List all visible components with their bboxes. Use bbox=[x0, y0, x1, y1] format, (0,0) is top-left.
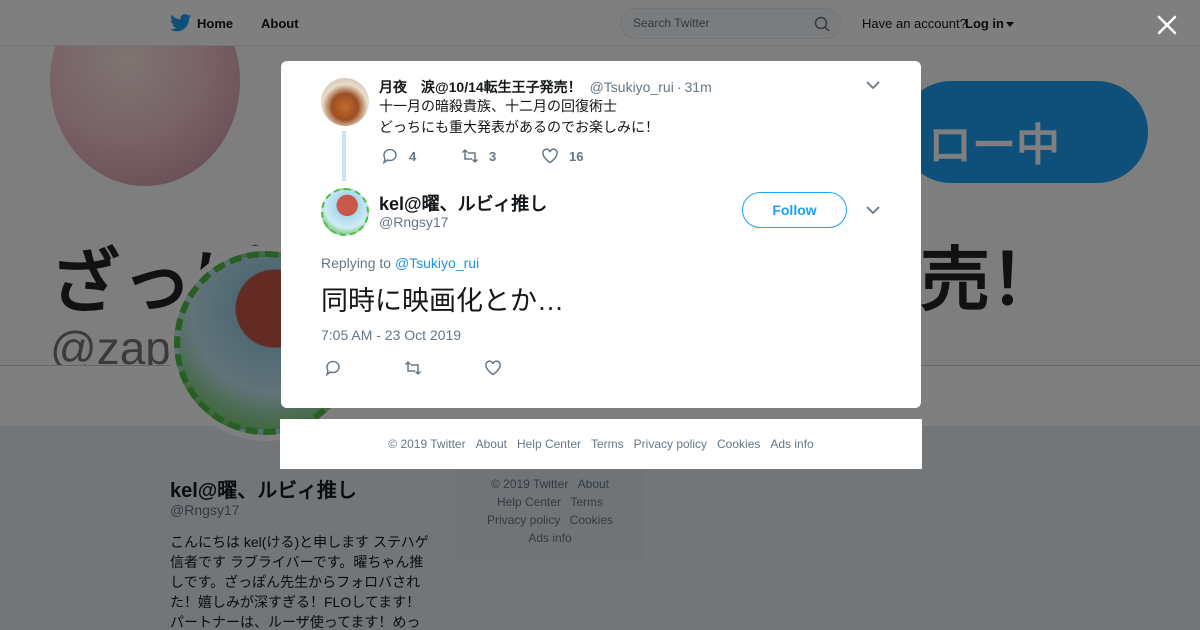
footer-ads-link[interactable]: Ads info bbox=[770, 437, 813, 451]
parent-author-handle[interactable]: @Tsukiyo_rui bbox=[590, 79, 674, 95]
footer-help-link[interactable]: Help Center bbox=[517, 437, 581, 451]
retweet-icon bbox=[404, 360, 422, 376]
close-icon[interactable] bbox=[1156, 14, 1178, 36]
chevron-down-icon[interactable] bbox=[866, 206, 880, 215]
tweet-timestamp[interactable]: 7:05 AM - 23 Oct 2019 bbox=[321, 327, 461, 343]
chevron-down-icon[interactable] bbox=[866, 81, 880, 90]
parent-author-name[interactable]: 月夜 涙@10/14転生王子発売！ bbox=[379, 79, 582, 95]
reply-icon bbox=[382, 148, 397, 165]
main-tweet-text: 同時に映画化とか… bbox=[321, 286, 564, 316]
reply-action[interactable] bbox=[324, 359, 404, 382]
main-author-name[interactable]: kel@曜、ルビィ推し bbox=[379, 190, 547, 216]
like-icon bbox=[542, 148, 558, 164]
replying-handle-link[interactable]: @Tsukiyo_rui bbox=[395, 255, 479, 271]
replying-label: Replying to bbox=[321, 255, 392, 271]
retweet-action[interactable]: 3 bbox=[461, 147, 541, 165]
reply-icon bbox=[325, 360, 340, 377]
follow-button[interactable]: Follow bbox=[742, 192, 847, 228]
footer-cookies-link[interactable]: Cookies bbox=[717, 437, 760, 451]
parent-avatar[interactable] bbox=[321, 78, 369, 126]
replying-to: Replying to @Tsukiyo_rui bbox=[321, 255, 479, 271]
footer-about-link[interactable]: About bbox=[476, 437, 507, 451]
footer-copyright: © 2019 Twitter bbox=[388, 437, 466, 451]
main-author-handle[interactable]: @Rngsy17 bbox=[379, 214, 448, 230]
retweet-action[interactable] bbox=[404, 359, 484, 382]
main-tweet-actions bbox=[324, 359, 564, 382]
like-icon bbox=[485, 360, 501, 376]
reply-action[interactable]: 4 bbox=[381, 147, 461, 165]
main-author-avatar[interactable] bbox=[321, 188, 369, 236]
reply-count: 4 bbox=[409, 148, 417, 164]
retweet-icon bbox=[461, 148, 479, 164]
separator-dot: · bbox=[676, 79, 682, 95]
thread-connector bbox=[342, 131, 346, 181]
parent-timestamp[interactable]: 31m bbox=[685, 79, 712, 95]
retweet-count: 3 bbox=[489, 148, 497, 164]
modal-footer: © 2019 Twitter About Help Center Terms P… bbox=[280, 419, 922, 469]
parent-tweet-header: 月夜 涙@10/14転生王子発売！ @Tsukiyo_rui · 31m bbox=[379, 77, 712, 97]
like-action[interactable] bbox=[484, 359, 564, 382]
footer-privacy-link[interactable]: Privacy policy bbox=[634, 437, 707, 451]
parent-tweet-text: 十一月の暗殺貴族、十二月の回復術士 どっちにも重大発表があるのでお楽しみに！ bbox=[379, 98, 659, 135]
tweet-modal: 月夜 涙@10/14転生王子発売！ @Tsukiyo_rui · 31m 十一月の暗… bbox=[281, 61, 921, 408]
like-count: 16 bbox=[569, 148, 584, 164]
parent-tweet-actions: 4 3 16 bbox=[381, 147, 621, 165]
like-action[interactable]: 16 bbox=[541, 147, 621, 165]
footer-terms-link[interactable]: Terms bbox=[591, 437, 624, 451]
